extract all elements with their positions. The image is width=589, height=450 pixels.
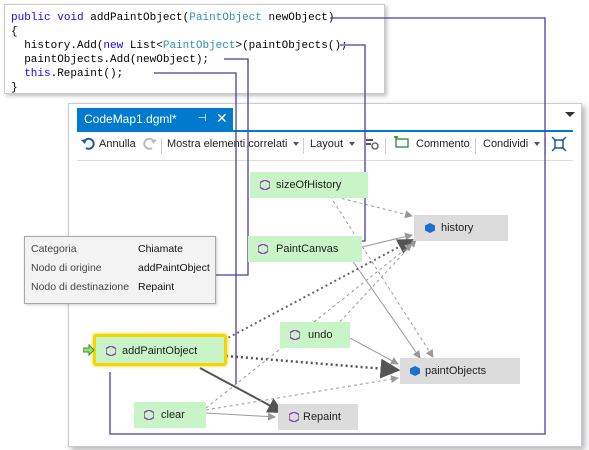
node-label: PaintCanvas [276,243,339,255]
edge-clear-repaint [205,412,276,421]
tooltip-key-source: Nodo di origine [31,262,102,274]
field-icon [410,366,420,376]
node-paintobjects[interactable]: paintObjects [400,358,520,384]
method-icon [260,180,270,190]
edge-paintcanvas-history [361,232,413,248]
edge-add-paintobjects [225,354,401,379]
tooltip-key-category: Categoria [31,243,77,255]
node-addpaintobject-selected[interactable]: addPaintObject [93,334,227,366]
edge-paintcanvas-paintobjects [351,259,421,359]
node-history[interactable]: history [414,215,508,241]
node-label: paintObjects [425,365,487,377]
tooltip-key-target: Nodo di destinazione [31,281,130,293]
callout-line-paintobjects-add [214,58,249,276]
edge-sizeofhistory-history [335,196,413,219]
tooltip-value-source: addPaintObject [138,262,210,274]
node-paintcanvas[interactable]: PaintCanvas [248,236,362,262]
node-sizeofhistory[interactable]: sizeOfHistory [250,172,368,198]
callout-line-history-add [340,44,366,242]
link-tooltip: Categoria Chiamate Nodo di origine addPa… [24,236,216,304]
method-icon [290,330,300,340]
entry-point-arrow-icon [83,344,95,356]
method-icon [144,410,154,420]
node-undo[interactable]: undo [280,322,350,348]
node-label: Repaint [303,411,341,423]
edge-add-repaint [199,367,284,413]
field-icon [425,223,435,233]
node-clear[interactable]: clear [134,402,206,428]
method-icon [106,346,116,356]
method-icon [258,244,268,254]
tooltip-value-target: Repaint [138,281,175,293]
node-label: history [441,222,474,234]
node-label: sizeOfHistory [276,179,342,191]
node-repaint[interactable]: Repaint [278,404,358,430]
edge-undo-paintobjects [349,337,399,365]
tooltip-value-category: Chiamate [138,243,183,255]
node-label: clear [161,409,185,421]
method-icon [289,412,299,422]
node-label: addPaintObject [122,345,198,357]
node-label: undo [308,329,333,341]
